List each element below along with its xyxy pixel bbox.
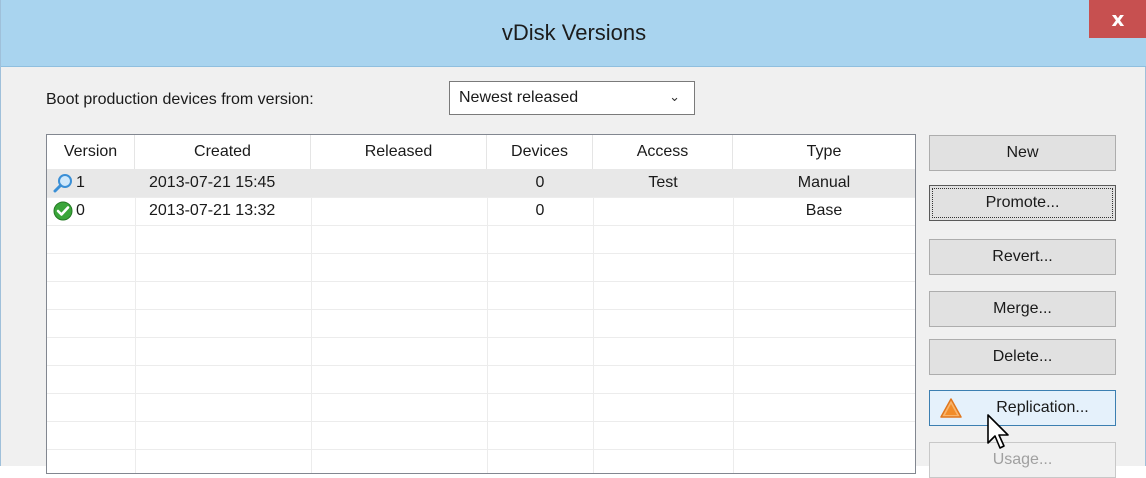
boot-version-label: Boot production devices from version: [46, 91, 314, 108]
grid-line [47, 393, 915, 394]
replication-button[interactable]: Replication... [929, 390, 1116, 426]
grid-line [47, 421, 915, 422]
column-header-created[interactable]: Created [135, 135, 311, 169]
title-bar[interactable]: vDisk Versions x [1, 0, 1146, 67]
magnifier-icon [53, 174, 72, 193]
merge-button[interactable]: Merge... [929, 291, 1116, 327]
version-cell: 0 [76, 202, 85, 219]
column-header-version[interactable]: Version [47, 135, 135, 169]
warning-icon [940, 398, 962, 418]
grid-line [47, 337, 915, 338]
table-row[interactable]: 1 2013-07-21 15:45 0 Test Manual [47, 169, 915, 197]
type-cell: Manual [797, 174, 851, 191]
type-cell: Base [805, 202, 843, 219]
column-header-access[interactable]: Access [593, 135, 733, 169]
new-button[interactable]: New [929, 135, 1116, 171]
column-header-type[interactable]: Type [733, 135, 915, 169]
versions-list[interactable]: Version Created Released Devices Access … [46, 134, 916, 474]
grid-line [47, 309, 915, 310]
table-row[interactable]: 0 2013-07-21 13:32 0 Base [47, 197, 915, 225]
revert-button[interactable]: Revert... [929, 239, 1116, 275]
version-cell: 1 [76, 174, 85, 191]
replication-label: Replication... [996, 399, 1089, 416]
column-header-devices[interactable]: Devices [487, 135, 593, 169]
devices-cell: 0 [535, 202, 545, 219]
access-cell [593, 197, 733, 225]
column-header-released[interactable]: Released [311, 135, 487, 169]
grid-line [47, 253, 915, 254]
promote-button[interactable]: Promote... [929, 185, 1116, 221]
grid-line [47, 281, 915, 282]
green-check-icon [53, 201, 73, 221]
grid-line [47, 225, 915, 226]
access-cell: Test [648, 174, 678, 191]
devices-cell: 0 [535, 174, 545, 191]
chevron-down-icon: ⌄ [669, 90, 680, 105]
boot-version-dropdown[interactable]: Newest released ⌄ [449, 81, 695, 115]
grid-line [47, 449, 915, 450]
close-icon: x [1111, 7, 1125, 31]
close-button[interactable]: x [1089, 0, 1146, 38]
created-cell: 2013-07-21 13:32 [149, 202, 276, 219]
grid-line [47, 365, 915, 366]
window-title: vDisk Versions [501, 20, 647, 45]
mouse-cursor-icon [987, 414, 1009, 449]
created-cell: 2013-07-21 15:45 [149, 174, 276, 191]
boot-version-selected: Newest released [459, 89, 579, 106]
delete-button[interactable]: Delete... [929, 339, 1116, 375]
usage-button[interactable]: Usage... [929, 442, 1116, 478]
